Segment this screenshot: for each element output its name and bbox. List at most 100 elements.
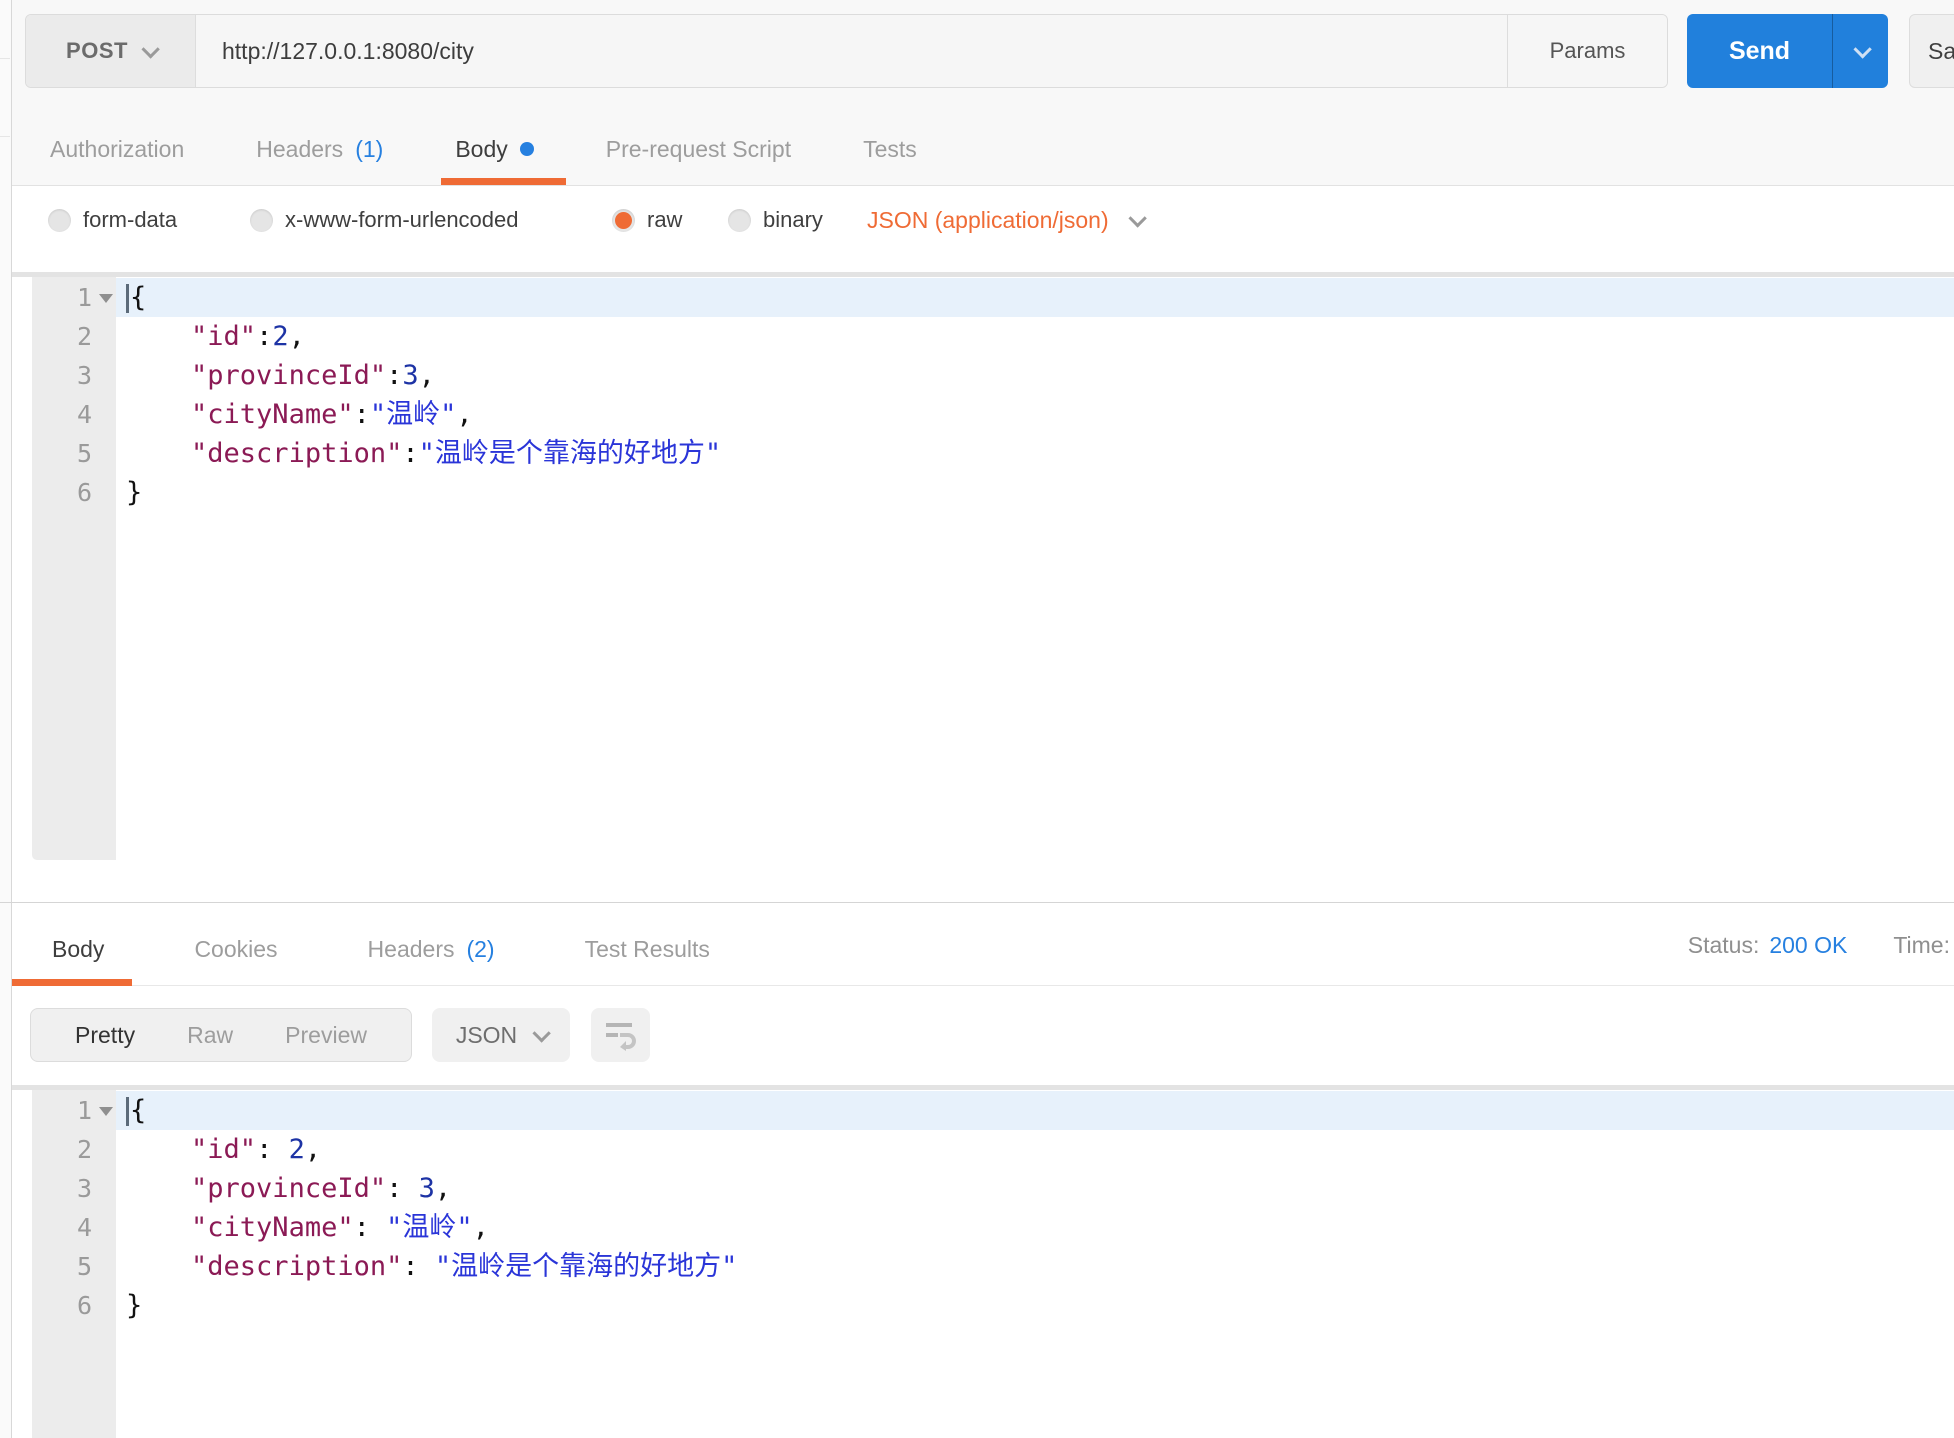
chevron-down-icon: [1853, 40, 1871, 58]
code-line-text: }: [116, 1286, 1954, 1325]
line-number: 5: [32, 434, 116, 473]
code-line: 6}: [12, 1286, 1954, 1325]
tab-label: Body: [52, 936, 104, 963]
tab-tests[interactable]: Tests: [853, 123, 927, 185]
code-line-text: "description": "温岭是个靠海的好地方": [116, 1247, 1954, 1286]
response-body-editor[interactable]: 1{2 "id": 2,3 "provinceId": 3,4 "cityNam…: [12, 1085, 1954, 1438]
body-mode-form-data[interactable]: form-data: [48, 207, 177, 233]
line-number: 6: [32, 473, 116, 512]
radio-icon[interactable]: [48, 209, 71, 232]
tab-pre-request-script[interactable]: Pre-request Script: [596, 123, 801, 185]
body-mode-raw[interactable]: raw: [612, 207, 682, 233]
code-line: 2 "id":2,: [12, 317, 1954, 356]
status-value: 200 OK: [1769, 932, 1847, 959]
http-method-select[interactable]: POST: [26, 15, 196, 87]
tab-label: Headers: [368, 936, 455, 963]
text-cursor: [126, 284, 129, 313]
wrap-text-button[interactable]: [591, 1008, 650, 1062]
view-mode-preview[interactable]: Preview: [285, 1022, 367, 1049]
body-mode-x-www-form-urlencoded[interactable]: x-www-form-urlencoded: [250, 207, 519, 233]
line-number: 1: [32, 1091, 116, 1130]
response-format-select[interactable]: JSON: [432, 1008, 570, 1062]
wrap-text-icon: [604, 1019, 638, 1051]
send-label: Send: [1687, 14, 1832, 88]
code-line: 1{: [12, 278, 1954, 317]
url-input[interactable]: http://127.0.0.1:8080/city: [196, 15, 1507, 87]
body-mode-label: raw: [647, 207, 682, 233]
request-body-editor[interactable]: 1{2 "id":2,3 "provinceId":3,4 "cityName"…: [12, 272, 1954, 860]
code-line: 3 "provinceId": 3,: [12, 1169, 1954, 1208]
body-mode-binary[interactable]: binary: [728, 207, 823, 233]
request-tabs: Authorization Headers (1) Body Pre-request S…: [40, 123, 927, 185]
response-header: Body Cookies Headers (2) Test Results Status…: [12, 912, 1954, 986]
radio-selected-icon[interactable]: [612, 209, 635, 232]
code-line-text: "id":2,: [116, 317, 1954, 356]
tab-label: Cookies: [194, 936, 277, 963]
code-line: 4 "cityName": "温岭",: [12, 1208, 1954, 1247]
response-tab-test-results[interactable]: Test Results: [573, 912, 722, 986]
body-mode-label: x-www-form-urlencoded: [285, 207, 519, 233]
code-line: 1{: [12, 1091, 1954, 1130]
response-view-controls: Pretty Raw Preview JSON: [12, 1008, 1954, 1066]
body-mode-label: binary: [763, 207, 823, 233]
code-line: 3 "provinceId":3,: [12, 356, 1954, 395]
code-line: 4 "cityName":"温岭",: [12, 395, 1954, 434]
tab-label: Pre-request Script: [606, 136, 791, 163]
text-cursor: [126, 1097, 129, 1126]
response-meta: Status: 200 OK Time:: [1688, 912, 1950, 979]
response-tab-headers[interactable]: Headers (2): [356, 912, 507, 986]
request-builder-pane: POST http://127.0.0.1:8080/city Params S…: [12, 0, 1954, 1438]
tab-count-badge: (1): [355, 136, 383, 163]
tab-body[interactable]: Body: [445, 123, 543, 185]
code-line-text: }: [116, 473, 1954, 512]
radio-icon[interactable]: [728, 209, 751, 232]
response-tab-cookies[interactable]: Cookies: [182, 912, 289, 986]
line-number: 6: [32, 1286, 116, 1325]
line-number: 5: [32, 1247, 116, 1286]
tab-count-badge: (2): [466, 936, 494, 963]
view-mode-raw[interactable]: Raw: [187, 1022, 233, 1049]
code-line: 2 "id": 2,: [12, 1130, 1954, 1169]
chevron-down-icon: [533, 1024, 551, 1042]
code-line: 5 "description": "温岭是个靠海的好地方": [12, 1247, 1954, 1286]
code-line-text: "cityName": "温岭",: [116, 1208, 1954, 1247]
active-tab-underline: [12, 979, 132, 986]
tab-label: Headers: [256, 136, 343, 163]
sidebar-collapsed-edge: [0, 0, 12, 1438]
response-tab-body[interactable]: Body: [40, 912, 116, 986]
save-button[interactable]: Sa: [1909, 14, 1954, 88]
http-method-label: POST: [66, 38, 128, 64]
pane-divider: [0, 902, 1954, 903]
code-line-text: "id": 2,: [116, 1130, 1954, 1169]
send-options-button[interactable]: [1832, 14, 1888, 88]
tab-label: Tests: [863, 136, 917, 163]
content-type-select[interactable]: JSON (application/json): [867, 207, 1142, 234]
params-button[interactable]: Params: [1507, 15, 1667, 87]
tab-label: Test Results: [585, 936, 710, 963]
fold-toggle-icon[interactable]: [99, 1107, 113, 1116]
body-mode-row: form-datax-www-form-urlencodedrawbinary …: [12, 187, 1954, 272]
code-line-text: "provinceId":3,: [116, 356, 1954, 395]
tab-authorization[interactable]: Authorization: [40, 123, 194, 185]
view-mode-pretty[interactable]: Pretty: [75, 1022, 135, 1049]
body-has-content-dot-icon: [520, 142, 534, 156]
line-number: 1: [32, 278, 116, 317]
request-url-bar: POST http://127.0.0.1:8080/city Params: [25, 14, 1668, 88]
line-number: 4: [32, 1208, 116, 1247]
response-time: Time:: [1893, 932, 1950, 959]
line-number: 2: [32, 317, 116, 356]
url-text: http://127.0.0.1:8080/city: [222, 38, 474, 65]
code-line: 6}: [12, 473, 1954, 512]
chevron-down-icon: [1128, 209, 1146, 227]
send-button[interactable]: Send: [1687, 14, 1888, 88]
code-line: 5 "description":"温岭是个靠海的好地方": [12, 434, 1954, 473]
tab-headers[interactable]: Headers (1): [246, 123, 393, 185]
line-number: 2: [32, 1130, 116, 1169]
fold-toggle-icon[interactable]: [99, 294, 113, 303]
code-line-text: {: [116, 278, 1954, 317]
code-line-text: "provinceId": 3,: [116, 1169, 1954, 1208]
request-top-section: POST http://127.0.0.1:8080/city Params S…: [12, 0, 1954, 186]
radio-icon[interactable]: [250, 209, 273, 232]
chevron-down-icon: [141, 40, 159, 58]
body-mode-label: form-data: [83, 207, 177, 233]
